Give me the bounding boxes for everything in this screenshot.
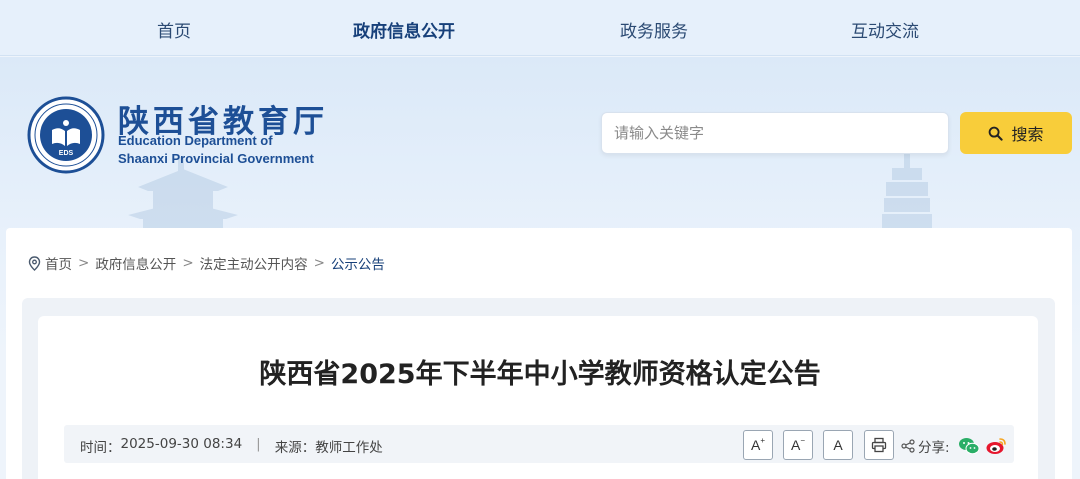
article-meta: 时间： 2025-09-30 08:34 | 来源： 教师工作处 [80,436,383,456]
search-input[interactable] [601,112,949,154]
font-default-label: A [833,437,843,453]
site-title-english[interactable]: Education Department of Shaanxi Provinci… [118,132,314,168]
source-label: 来源： [274,440,316,456]
nav-item-interaction[interactable]: 互动交流 [815,17,955,42]
font-larger-label: A [750,437,761,453]
breadcrumb: 首页 > 政府信息公开 > 法定主动公开内容 > 公示公告 [28,253,385,273]
meta-divider: | [256,436,261,452]
breadcrumb-announcements[interactable]: 公示公告 [331,253,385,273]
wechat-icon[interactable] [958,436,980,456]
font-larger-button[interactable]: A + [743,430,773,460]
printer-icon [871,437,887,453]
breadcrumb-statutory-content[interactable]: 法定主动公开内容 [200,253,308,273]
search-button-label: 搜索 [1011,125,1044,144]
breadcrumb-gov-info[interactable]: 政府信息公开 [95,253,176,273]
nav-item-gov-info[interactable]: 政府信息公开 [334,17,474,42]
breadcrumb-home[interactable]: 首页 [45,253,72,273]
breadcrumb-separator: > [313,255,325,271]
font-smaller-button[interactable]: A − [783,430,813,460]
publish-time-label: 时间： [80,440,121,456]
search-button[interactable]: 搜索 [960,112,1072,154]
share-label: 分享: [918,440,950,456]
nav-item-home[interactable]: 首页 [104,17,244,42]
education-department-emblem[interactable]: EDS [27,96,105,174]
breadcrumb-separator: > [182,255,194,271]
nav-item-gov-services[interactable]: 政务服务 [584,17,724,42]
minus-icon: − [800,435,805,445]
search-icon [989,126,1004,141]
source-value: 教师工作处 [315,440,383,456]
location-pin-icon [28,255,41,271]
weibo-icon[interactable] [985,436,1007,456]
breadcrumb-separator: > [78,255,90,271]
font-default-button[interactable]: A [823,430,853,460]
publish-time-value: 2025-09-30 08:34 [120,436,243,452]
share-section: 分享: [901,436,950,456]
emblem-text: EDS [59,150,74,157]
font-smaller-label: A [790,437,801,453]
plus-icon: + [760,435,765,445]
site-title-english-line1: Education Department of [118,133,273,148]
print-button[interactable] [864,430,894,460]
top-navigation: 首页 政府信息公开 政务服务 互动交流 [0,0,1080,56]
article-title: 陕西省2025年下半年中小学教师资格认定公告 [259,359,821,390]
site-title-english-line2: Shaanxi Provincial Government [118,151,314,166]
share-icon [901,439,915,453]
